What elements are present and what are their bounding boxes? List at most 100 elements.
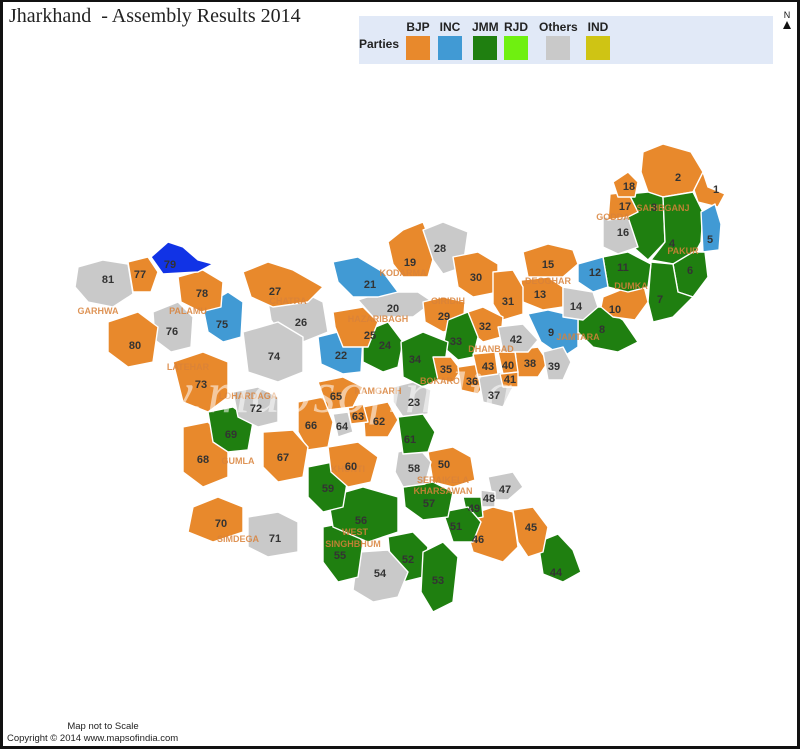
constituency-2[interactable] xyxy=(640,143,704,198)
district-label: GUMLA xyxy=(222,456,255,466)
constituency-number: 30 xyxy=(470,272,482,284)
constituency-number: 76 xyxy=(166,326,178,338)
constituency-number: 66 xyxy=(305,420,317,432)
constituency-number: 22 xyxy=(335,350,347,362)
district-label: DUMKA xyxy=(614,281,648,291)
jharkhand-map: SAHIBGANJGODDAPAKURDUMKADEOGHARJAMTARAKO… xyxy=(73,143,726,613)
constituency-number: 13 xyxy=(534,289,546,301)
constituency-number: 69 xyxy=(225,429,237,441)
constituency-number: 71 xyxy=(269,533,281,545)
constituency-number: 50 xyxy=(438,459,450,471)
constituency-number: 1 xyxy=(713,184,719,196)
legend-swatch xyxy=(473,36,498,60)
constituency-number: 58 xyxy=(408,463,420,475)
north-label: N xyxy=(783,10,791,20)
constituency-number: 2 xyxy=(675,172,681,184)
constituency-number: 9 xyxy=(548,327,554,339)
constituency-number: 16 xyxy=(617,227,629,239)
legend-swatch xyxy=(586,36,610,60)
constituency-number: 68 xyxy=(197,454,209,466)
constituency-number: 74 xyxy=(268,351,281,363)
district-label: WEST xyxy=(342,527,369,537)
constituency-number: 64 xyxy=(336,421,349,433)
district-label: KODARMA xyxy=(380,268,427,278)
district-label: PALAMU xyxy=(169,306,207,316)
constituency-number: 49 xyxy=(468,503,480,515)
constituency-number: 48 xyxy=(483,493,495,505)
page-title: Jharkhand - Assembly Results 2014 xyxy=(9,5,301,27)
district-label: DHANBAD xyxy=(468,344,514,354)
constituency-31[interactable] xyxy=(492,269,524,321)
legend-item-jmm: JMM xyxy=(472,20,499,60)
constituency-number: 55 xyxy=(334,550,346,562)
constituency-79[interactable] xyxy=(150,241,214,275)
constituency-number: 61 xyxy=(404,434,416,446)
constituency-number: 59 xyxy=(322,483,334,495)
constituency-number: 47 xyxy=(499,484,511,496)
constituency-number: 67 xyxy=(277,452,289,464)
constituency-number: 75 xyxy=(216,319,228,331)
constituency-number: 8 xyxy=(599,324,605,336)
constituency-number: 51 xyxy=(450,521,462,533)
constituency-number: 79 xyxy=(164,259,176,271)
constituency-number: 52 xyxy=(402,554,414,566)
constituency-number: 70 xyxy=(215,518,227,530)
constituency-number: 26 xyxy=(295,317,307,329)
constituency-number: 54 xyxy=(374,568,387,580)
constituency-number: 24 xyxy=(379,340,392,352)
district-label: GARHWA xyxy=(78,306,119,316)
constituency-number: 19 xyxy=(404,257,416,269)
constituency-number: 33 xyxy=(450,336,462,348)
constituency-number: 17 xyxy=(619,201,631,213)
constituency-number: 29 xyxy=(438,311,450,323)
constituency-number: 81 xyxy=(102,274,114,286)
constituency-number: 42 xyxy=(510,334,522,346)
constituency-number: 35 xyxy=(440,364,452,376)
constituency-number: 14 xyxy=(570,301,583,313)
constituency-number: 78 xyxy=(196,288,208,300)
constituency-number: 6 xyxy=(687,265,693,277)
constituency-number: 72 xyxy=(250,403,262,415)
constituency-number: 65 xyxy=(330,391,342,403)
legend-label: BJP xyxy=(406,20,430,34)
constituency-number: 37 xyxy=(488,390,500,402)
constituency-number: 12 xyxy=(589,267,601,279)
district-label: SINGHBHUM xyxy=(325,539,381,549)
constituency-number: 62 xyxy=(373,416,385,428)
district-label: SIMDEGA xyxy=(217,534,260,544)
constituency-number: 53 xyxy=(432,575,444,587)
legend-item-inc: INC xyxy=(438,20,462,60)
legend-swatch xyxy=(406,36,430,60)
legend-swatch xyxy=(438,36,462,60)
constituency-number: 36 xyxy=(466,376,478,388)
constituency-number: 15 xyxy=(542,259,554,271)
constituency-number: 28 xyxy=(434,243,446,255)
constituency-number: 40 xyxy=(502,360,514,372)
north-indicator: N xyxy=(783,11,791,29)
district-label: DEOGHAR xyxy=(525,276,572,286)
constituency-number: 80 xyxy=(129,340,141,352)
constituency-number: 31 xyxy=(502,296,514,308)
party-legend: Parties BJP INC JMM RJD Others IND xyxy=(359,16,773,64)
constituency-number: 23 xyxy=(408,397,420,409)
constituency-number: 73 xyxy=(195,379,207,391)
legend-label: RJD xyxy=(504,20,529,34)
district-label: SAHIBGANJ xyxy=(636,203,689,213)
legend-item-bjp: BJP xyxy=(406,20,430,60)
constituency-number: 38 xyxy=(524,358,536,370)
constituency-number: 10 xyxy=(609,304,621,316)
constituency-number: 11 xyxy=(617,262,629,274)
district-label: SERAIKELA xyxy=(417,475,470,485)
constituency-number: 63 xyxy=(352,411,364,423)
constituency-number: 25 xyxy=(364,330,376,342)
constituency-number: 3 xyxy=(651,202,657,214)
constituency-number: 32 xyxy=(479,321,491,333)
legend-label: JMM xyxy=(472,20,499,34)
legend-label: Others xyxy=(539,20,578,34)
constituency-number: 34 xyxy=(409,354,422,366)
constituency-number: 5 xyxy=(707,234,713,246)
legend-heading: Parties xyxy=(359,37,400,51)
constituency-number: 18 xyxy=(623,181,635,193)
constituency-number: 39 xyxy=(548,361,560,373)
north-arrow-icon xyxy=(783,21,791,29)
